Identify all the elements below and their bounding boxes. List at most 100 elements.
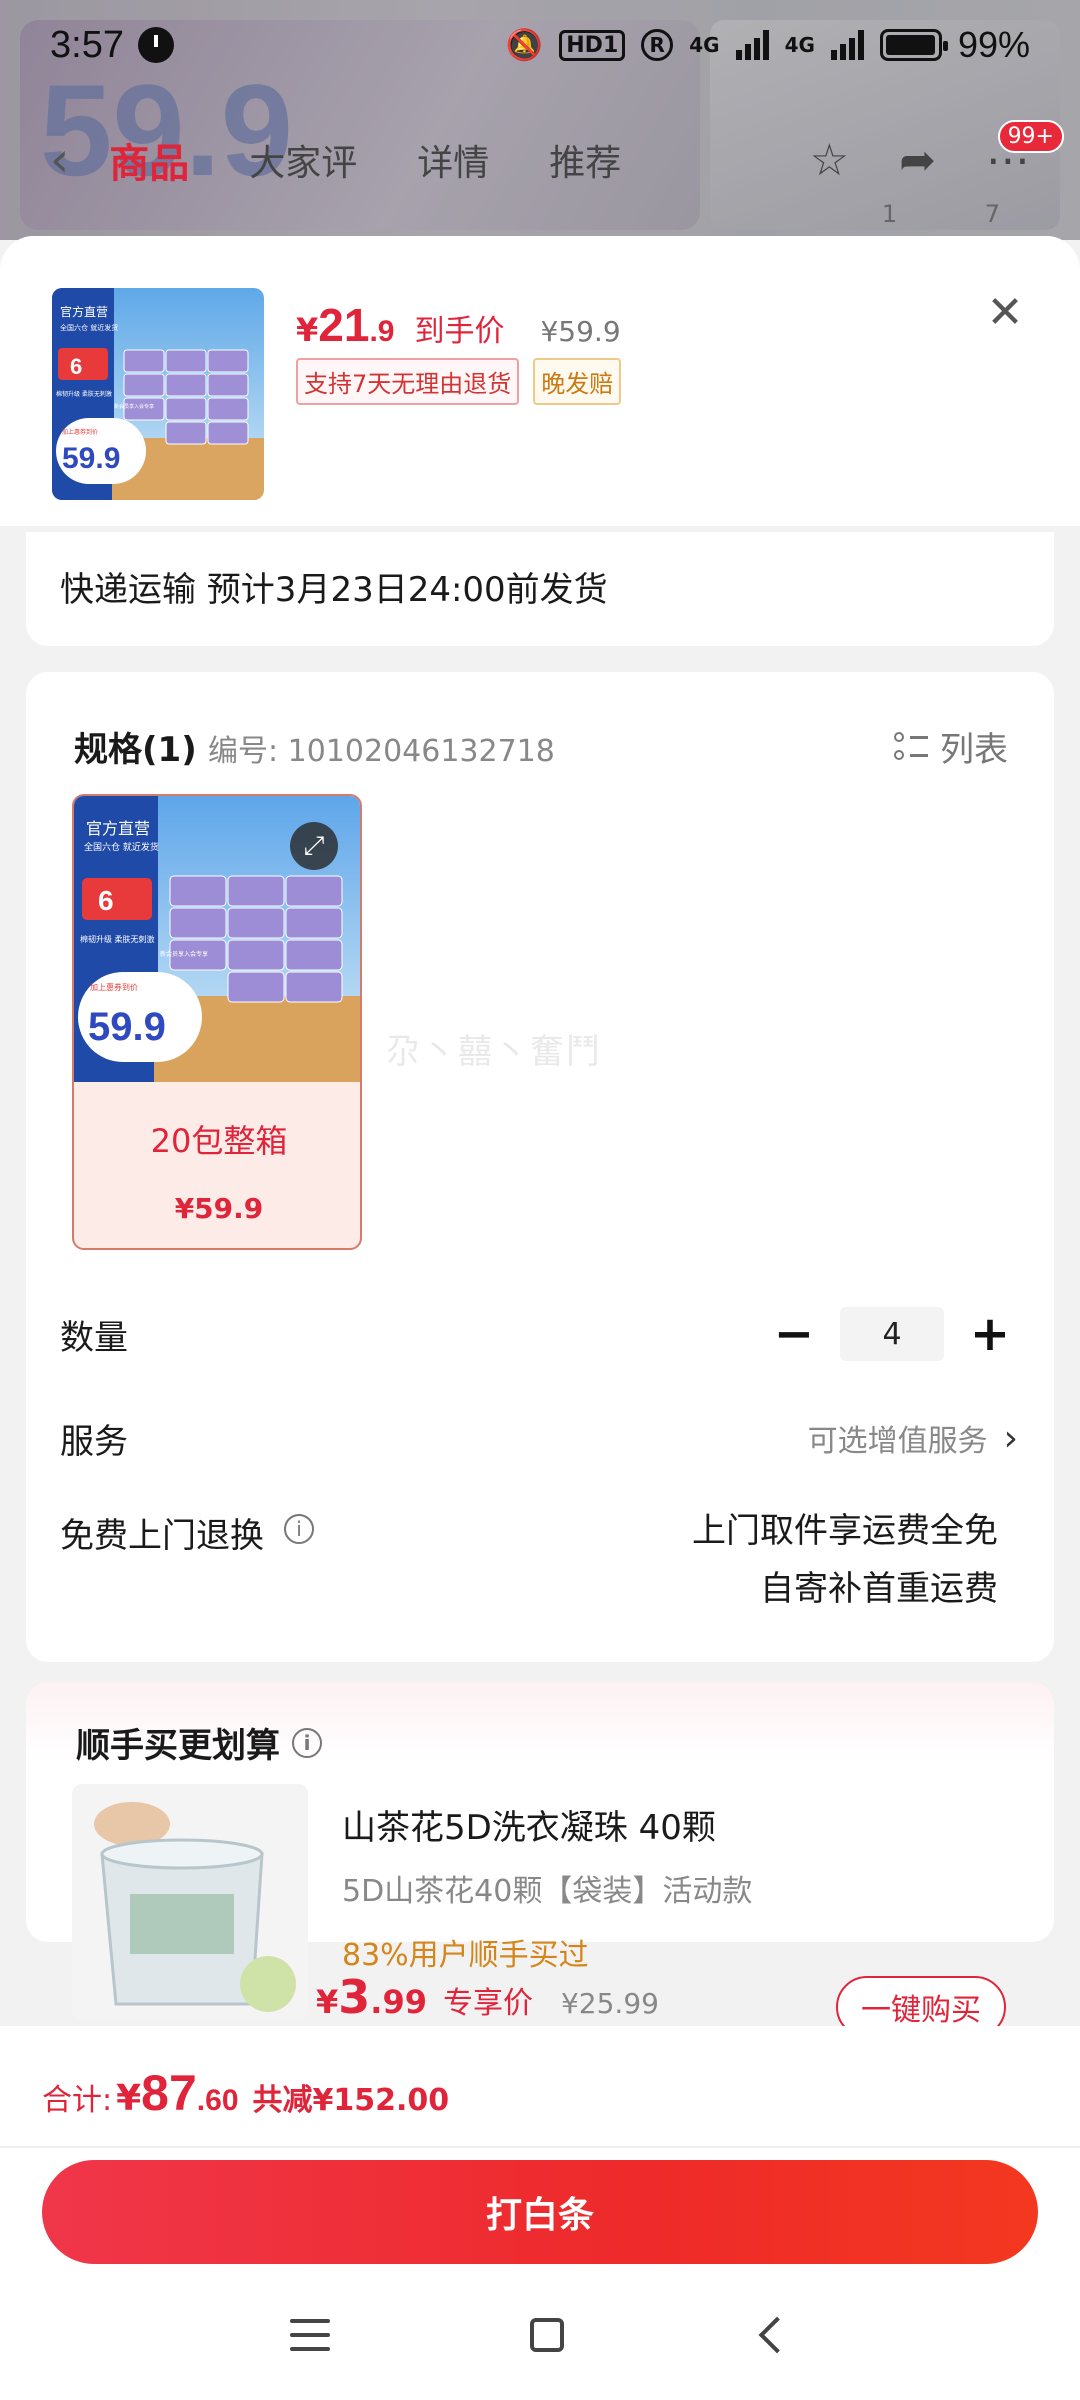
bundle-product-variant: 5D山茶花40颗【袋装】活动款 <box>342 1874 753 1909</box>
list-view-toggle[interactable]: 列表 <box>894 722 1008 771</box>
quantity-input[interactable] <box>840 1307 944 1361</box>
bundle-price-row: ¥ 3 .99 专享价 ¥25.99 <box>316 1970 659 2024</box>
home-icon[interactable] <box>530 2318 564 2352</box>
sku-price: ¥59.9 <box>174 1192 264 1225</box>
tab-details[interactable]: 详情 <box>417 134 489 186</box>
bundle-title-text: 顺手买更划算 <box>76 1726 280 1766</box>
status-icons: 🔕 HD1 R 4G 4G 99% <box>506 24 1030 66</box>
sku-art-headline: 官方直营 <box>86 819 150 838</box>
back-arrow-icon[interactable]: ‹ <box>50 132 69 188</box>
alarm-icon <box>137 27 174 63</box>
purchase-sheet: 59.9 官方直营 全国六仓 就近发货 6 棉韧升级 柔肤无刺激 加上惠券到价 … <box>0 236 1080 2400</box>
free-return-label: 免费上门退换 <box>60 1516 264 1556</box>
total-decimal: .60 <box>196 2084 239 2117</box>
chevron-right-icon: › <box>1003 1417 1018 1459</box>
shipping-card: 快递运输 预计3月23日24:00前发货 <box>26 532 1054 646</box>
list-view-label: 列表 <box>940 730 1008 770</box>
thumb-price-text: 59.9 <box>62 442 120 475</box>
footer-divider <box>0 2146 1080 2148</box>
bundle-title: 顺手买更划算 i <box>76 1718 322 1767</box>
total-symbol: ¥ <box>116 2078 142 2119</box>
system-nav-bar <box>0 2290 1080 2380</box>
mute-icon: 🔕 <box>505 27 544 63</box>
status-time: 3:57 <box>50 23 124 66</box>
total-integer: 87 <box>141 2065 197 2121</box>
bundle-product-art <box>72 1784 308 2020</box>
share-arrow-icon[interactable]: ➦ <box>899 135 936 186</box>
price-symbol: ¥ <box>296 311 319 349</box>
quantity-stepper: − + <box>766 1306 1018 1362</box>
list-icon <box>894 730 928 764</box>
thumb-gift-text: 新会员享入会专享 <box>114 403 154 410</box>
menu-icon[interactable] <box>290 2319 330 2351</box>
price-decimal: .9 <box>369 315 395 348</box>
free-return-details: 上门取件享运费全免 自寄补首重运费 <box>692 1502 998 1618</box>
quantity-row: 数量 − + <box>60 1304 1018 1364</box>
price-line: ¥ 21 .9 到手价 ¥59.9 <box>296 298 621 352</box>
bundle-product-image[interactable] <box>72 1784 308 2020</box>
sku-art-gift-number: 6 <box>98 885 114 916</box>
bundle-price-label: 专享价 <box>442 1986 533 2021</box>
registered-icon: R <box>641 29 674 61</box>
decrease-button[interactable]: − <box>766 1306 822 1362</box>
product-thumbnail-art: 59.9 官方直营 全国六仓 就近发货 6 棉韧升级 柔肤无刺激 加上惠券到价 … <box>52 288 264 500</box>
total-discount: 共减¥152.00 <box>252 2083 450 2118</box>
bundle-product-name[interactable]: 山茶花5D洗衣凝珠 40颗 <box>342 1800 716 1849</box>
bundle-card: 顺手买更划算 i 山茶花5D洗衣凝珠 40颗 5D山茶花40颗【袋装】活动款 8… <box>26 1682 1054 2020</box>
price-integer: 21 <box>318 299 370 351</box>
sheet-header: 59.9 官方直营 全国六仓 就近发货 6 棉韧升级 柔肤无刺激 加上惠券到价 … <box>0 236 1080 526</box>
nav-actions: ☆ ➦ ⋯ <box>810 135 1030 186</box>
spec-number: 编号: 10102046132718 <box>208 734 555 769</box>
thumb-headline: 官方直营 <box>60 304 108 319</box>
cart-count-badge: 99+ <box>997 120 1064 153</box>
info-icon[interactable]: i <box>284 1514 314 1544</box>
bundle-info-icon[interactable]: i <box>292 1727 322 1758</box>
badge-late-compensation: 晚发赔 <box>533 358 622 405</box>
thumb-upgrade: 棉韧升级 柔肤无刺激 <box>56 390 112 398</box>
battery-icon <box>879 29 948 61</box>
spec-title: 规格(1) <box>74 730 197 770</box>
service-badges: 支持7天无理由退货 晚发赔 <box>296 358 622 405</box>
sku-art-gift-text: 新会员享入会专享 <box>160 950 208 958</box>
service-row[interactable]: 服务 可选增值服务 › <box>60 1408 1018 1468</box>
service-label: 服务 <box>60 1421 128 1462</box>
tab-recommend[interactable]: 推荐 <box>549 134 621 186</box>
battery-percent: 99% <box>957 24 1030 65</box>
sku-art-subline: 全国六仓 就近发货 <box>84 841 159 853</box>
favorite-star-icon[interactable]: ☆ <box>810 135 849 186</box>
thumb-subline: 全国六仓 就近发货 <box>60 323 118 332</box>
shipping-estimate: 快递运输 预计3月23日24:00前发货 <box>60 570 608 610</box>
thumb-promo-label: 加上惠券到价 <box>62 428 98 436</box>
sku-price-art-text: 59.9 <box>88 1005 166 1049</box>
product-thumbnail[interactable]: 59.9 官方直营 全国六仓 就近发货 6 棉韧升级 柔肤无刺激 加上惠券到价 … <box>52 288 264 500</box>
close-icon[interactable]: ✕ <box>980 288 1030 338</box>
quantity-label: 数量 <box>60 1317 128 1358</box>
free-return-line-2: 自寄补首重运费 <box>760 1569 998 1609</box>
final-price-label: 到手价 <box>414 314 505 349</box>
bundle-original-price: ¥25.99 <box>560 1987 659 2020</box>
pay-baitiao-button[interactable]: 打白条 <box>42 2160 1038 2264</box>
bundle-price-integer: 3 <box>338 1970 371 2024</box>
hd-icon: HD1 <box>559 29 626 61</box>
service-selector[interactable]: 可选增值服务 › <box>808 1416 1018 1460</box>
watermark: 尕丶囍丶奮鬥 <box>386 1032 602 1072</box>
status-bar: 3:57 🔕 HD1 R 4G 4G 99% <box>0 0 1080 90</box>
increase-button[interactable]: + <box>962 1306 1018 1362</box>
sku-name: 20包整箱 <box>150 1122 288 1160</box>
total-label: 合计: <box>42 2083 113 2118</box>
expand-image-icon[interactable]: ⤢ <box>290 822 338 870</box>
sku-art-upgrade: 棉韧升级 柔肤无刺激 <box>80 934 155 944</box>
badge-7day-return: 支持7天无理由退货 <box>296 358 520 405</box>
sku-option-selected[interactable]: 59.9 官方直营 6 全国六仓 就近发货 棉韧升级 柔肤无刺激 加上惠券到价 … <box>72 794 362 1250</box>
spec-card: 规格(1) 编号: 10102046132718 列表 59.9 官方直营 6 … <box>26 672 1054 1662</box>
sku-art-promo-label: 加上惠券到价 <box>90 982 138 992</box>
tab-goods[interactable]: 商品 <box>109 131 189 189</box>
tab-reviews[interactable]: 大家评 <box>249 134 357 186</box>
original-price: ¥59.9 <box>540 315 621 348</box>
thumb-gift-number: 6 <box>70 354 82 379</box>
signal-icon-2 <box>830 30 864 60</box>
network-type-2: 4G <box>784 33 815 57</box>
back-icon[interactable] <box>758 2316 796 2354</box>
signal-icon <box>735 30 769 60</box>
free-return-line-1: 上门取件享运费全免 <box>692 1511 998 1551</box>
